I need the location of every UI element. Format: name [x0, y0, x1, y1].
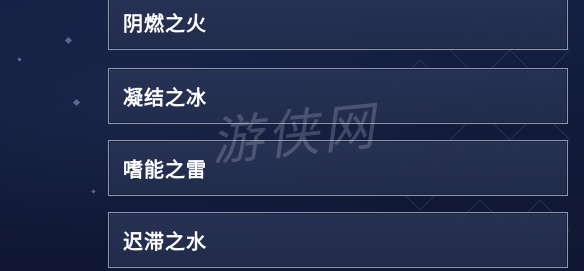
option-label: 阴燃之火	[123, 11, 207, 36]
option-frozen-ice[interactable]: 凝结之冰	[108, 68, 568, 124]
option-stagnant-water[interactable]: 迟滞之水	[108, 212, 568, 268]
option-energy-thunder[interactable]: 嗜能之雷	[108, 140, 568, 196]
option-label: 凝结之冰	[123, 85, 207, 110]
option-label: 迟滞之水	[123, 229, 207, 254]
option-smoldering-fire[interactable]: 阴燃之火	[108, 0, 568, 50]
option-label: 嗜能之雷	[123, 157, 207, 182]
